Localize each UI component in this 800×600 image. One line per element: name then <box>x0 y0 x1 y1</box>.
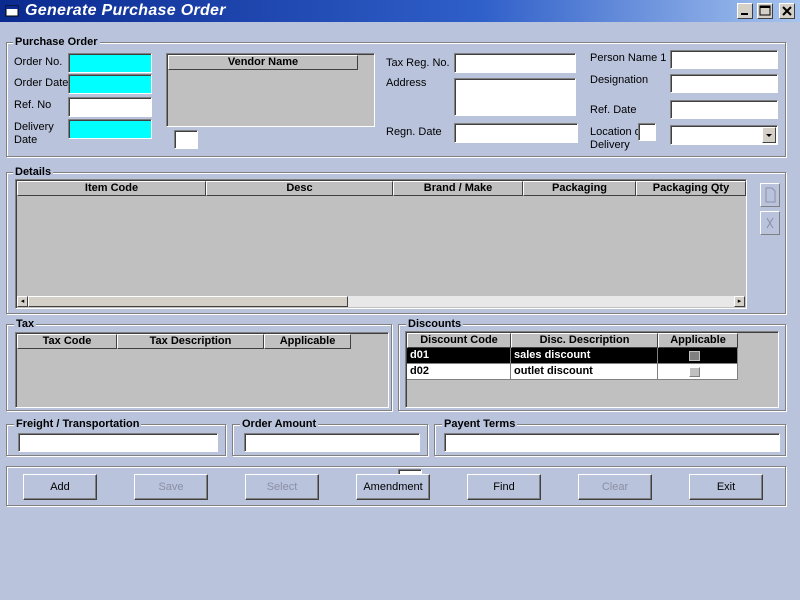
minimize-button[interactable] <box>737 3 753 19</box>
exit-button[interactable]: Exit <box>689 474 763 500</box>
delivery-date-field[interactable] <box>68 119 152 139</box>
discounts-col-code[interactable]: Discount Code <box>407 333 511 348</box>
details-col-item-code[interactable]: Item Code <box>17 181 206 196</box>
discount-description-cell[interactable]: outlet discount <box>511 364 658 380</box>
amendment-button[interactable]: Amendment <box>356 474 430 500</box>
close-button[interactable] <box>779 3 795 19</box>
location-delivery-label-line2: Delivery <box>590 139 630 151</box>
app-icon <box>4 3 20 19</box>
add-button[interactable]: Add <box>23 474 97 500</box>
freight-group-title: Freight / Transportation <box>14 418 142 430</box>
close-icon <box>782 6 792 16</box>
location-small-field[interactable] <box>638 123 656 141</box>
discounts-col-applicable[interactable]: Applicable <box>658 333 738 348</box>
tax-grid[interactable]: Tax Code Tax Description Applicable <box>15 332 389 408</box>
details-col-brand-make[interactable]: Brand / Make <box>393 181 523 196</box>
location-delivery-label-line1: Location o <box>590 126 641 138</box>
delivery-date-label-line2: Date <box>14 134 38 146</box>
address-label: Address <box>386 77 427 89</box>
order-amount-group-title: Order Amount <box>240 418 319 430</box>
order-no-label: Order No. <box>14 56 63 68</box>
order-date-label: Order Date <box>14 77 69 89</box>
discount-code-cell[interactable]: d01 <box>407 348 511 364</box>
clear-button[interactable]: Clear <box>578 474 652 500</box>
tax-group-title: Tax <box>14 318 37 330</box>
details-add-row-button[interactable] <box>760 183 780 207</box>
ref-date-label: Ref. Date <box>590 104 637 116</box>
save-button[interactable]: Save <box>134 474 208 500</box>
location-dropdown[interactable] <box>670 125 778 145</box>
title-bar[interactable]: Generate Purchase Order <box>0 0 800 22</box>
purchase-order-group-title: Purchase Order <box>13 36 100 48</box>
ref-no-label: Ref. No <box>14 99 52 111</box>
regn-date-field[interactable] <box>454 123 578 143</box>
new-page-icon <box>765 187 776 203</box>
person-name-field[interactable] <box>670 50 778 69</box>
tax-reg-no-label: Tax Reg. No. <box>386 57 450 69</box>
applicable-checkbox[interactable] <box>689 351 700 361</box>
discount-description-cell[interactable]: sales discount <box>511 348 658 364</box>
tax-col-applicable[interactable]: Applicable <box>264 334 351 349</box>
delete-icon <box>766 217 774 229</box>
order-date-field[interactable] <box>68 74 152 94</box>
payment-terms-group-title: Payent Terms <box>442 418 518 430</box>
discount-applicable-cell[interactable] <box>658 348 738 364</box>
table-row[interactable]: d01 sales discount <box>407 348 738 364</box>
discounts-group-title: Discounts <box>406 318 464 330</box>
vendor-name-header[interactable]: Vendor Name <box>168 55 358 70</box>
address-field[interactable] <box>454 78 576 116</box>
designation-label: Designation <box>590 74 649 86</box>
tax-col-description[interactable]: Tax Description <box>117 334 264 349</box>
scroll-left-button[interactable]: ◂ <box>17 296 28 307</box>
vendor-name-grid[interactable]: Vendor Name <box>166 53 375 127</box>
details-group-title: Details <box>13 166 54 178</box>
person-name-label: Person Name 1 <box>590 52 667 64</box>
ref-no-field[interactable] <box>68 97 152 117</box>
details-delete-row-button[interactable] <box>760 211 780 235</box>
freight-field[interactable] <box>18 433 218 452</box>
table-row[interactable]: d02 outlet discount <box>407 364 738 380</box>
dropdown-button[interactable] <box>762 127 776 143</box>
find-button[interactable]: Find <box>467 474 541 500</box>
chevron-down-icon <box>766 134 772 137</box>
scrollbar-thumb[interactable] <box>28 296 348 307</box>
details-col-packaging[interactable]: Packaging <box>523 181 636 196</box>
discount-code-cell[interactable]: d02 <box>407 364 511 380</box>
discounts-col-description[interactable]: Disc. Description <box>511 333 658 348</box>
vendor-small-field[interactable] <box>174 130 198 149</box>
payment-terms-field[interactable] <box>444 433 780 452</box>
applicable-checkbox[interactable] <box>689 367 700 377</box>
select-button[interactable]: Select <box>245 474 319 500</box>
ref-date-field[interactable] <box>670 100 778 119</box>
regn-date-label: Regn. Date <box>386 126 442 138</box>
maximize-button[interactable] <box>757 3 773 19</box>
scroll-right-button[interactable]: ▸ <box>734 296 745 307</box>
delivery-date-label-line1: Delivery <box>14 121 54 133</box>
order-no-field[interactable] <box>68 53 152 73</box>
designation-field[interactable] <box>670 74 778 93</box>
details-grid[interactable]: Item Code Desc Brand / Make Packaging Pa… <box>15 179 747 309</box>
discount-applicable-cell[interactable] <box>658 364 738 380</box>
details-col-desc[interactable]: Desc <box>206 181 393 196</box>
order-amount-field[interactable] <box>244 433 420 452</box>
tax-col-code[interactable]: Tax Code <box>17 334 117 349</box>
details-col-packaging-qty[interactable]: Packaging Qty <box>636 181 746 196</box>
details-horizontal-scrollbar[interactable]: ◂ ▸ <box>17 296 745 307</box>
discounts-grid[interactable]: Discount Code Disc. Description Applicab… <box>405 331 779 408</box>
tax-reg-no-field[interactable] <box>454 53 576 73</box>
window-title: Generate Purchase Order <box>25 2 226 19</box>
